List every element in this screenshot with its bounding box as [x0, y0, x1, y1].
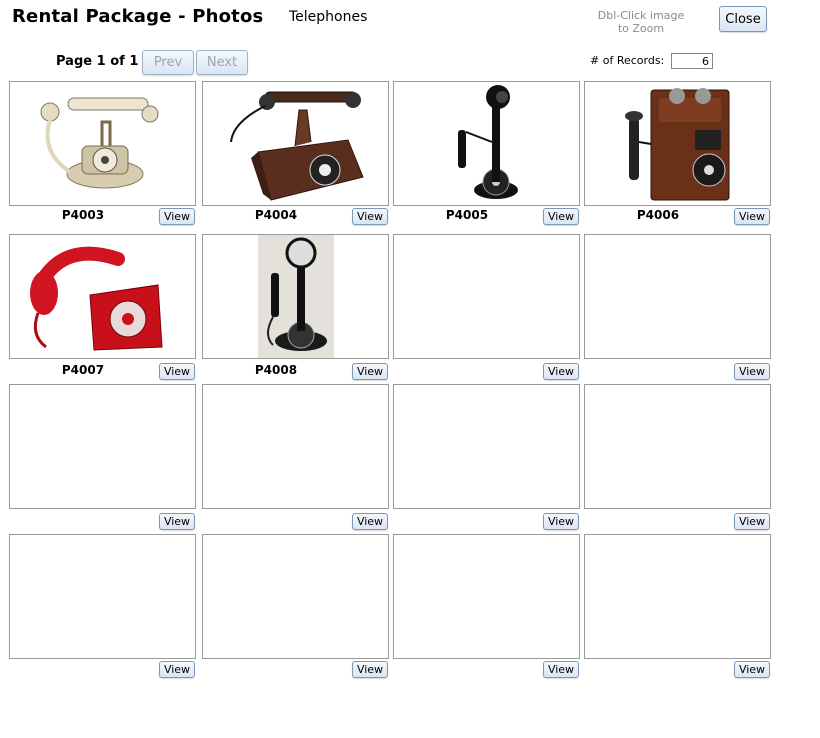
photo-code: P4003: [61, 208, 105, 222]
close-button[interactable]: Close: [719, 6, 767, 32]
prev-button[interactable]: Prev: [142, 50, 194, 75]
page-number: 1: [96, 54, 106, 69]
zoom-hint: Dbl-Click image to Zoom: [590, 9, 692, 35]
of-word: of: [110, 54, 125, 69]
category-label: Telephones: [289, 9, 368, 25]
photo-frame[interactable]: [584, 234, 771, 359]
photo-frame[interactable]: [393, 384, 580, 509]
photo-frame[interactable]: [584, 81, 771, 206]
photo-frame[interactable]: [9, 81, 196, 206]
view-button[interactable]: View: [159, 661, 195, 678]
view-button[interactable]: View: [543, 363, 579, 380]
zoom-hint-line-1: Dbl-Click image: [597, 9, 685, 22]
photo-code: P4004: [254, 208, 298, 222]
view-button[interactable]: View: [352, 661, 388, 678]
photo-frame[interactable]: [9, 534, 196, 659]
view-button[interactable]: View: [734, 363, 770, 380]
photo-frame[interactable]: [202, 234, 389, 359]
photo-frame[interactable]: [393, 534, 580, 659]
view-button[interactable]: View: [543, 661, 579, 678]
view-button[interactable]: View: [352, 363, 388, 380]
photo-frame[interactable]: [584, 384, 771, 509]
photo-code: P4005: [445, 208, 489, 222]
records-count-field[interactable]: [671, 53, 713, 69]
photo-frame[interactable]: [584, 534, 771, 659]
view-button[interactable]: View: [352, 513, 388, 530]
view-button[interactable]: View: [734, 208, 770, 225]
records-label: # of Records:: [590, 54, 665, 67]
page-title: Rental Package - Photos: [12, 6, 264, 27]
candlestick-phone-photo: [458, 85, 518, 199]
photo-frame[interactable]: [202, 81, 389, 206]
view-button[interactable]: View: [543, 513, 579, 530]
red-phone-photo: [30, 246, 163, 351]
page-indicator: Page 1 of 1: [56, 54, 138, 69]
wood-phone-photo: [230, 91, 364, 201]
view-button[interactable]: View: [352, 208, 388, 225]
photo-code: P4008: [254, 363, 298, 377]
photo-frame[interactable]: [393, 81, 580, 206]
view-button[interactable]: View: [734, 513, 770, 530]
view-button[interactable]: View: [734, 661, 770, 678]
page-word: Page: [56, 54, 93, 69]
view-button[interactable]: View: [159, 363, 195, 380]
wall-phone-photo: [625, 88, 730, 201]
photo-frame[interactable]: [393, 234, 580, 359]
view-button[interactable]: View: [543, 208, 579, 225]
photo-frame[interactable]: [9, 234, 196, 359]
photo-frame[interactable]: [202, 534, 389, 659]
next-button[interactable]: Next: [196, 50, 248, 75]
photo-frame[interactable]: [202, 384, 389, 509]
photo-frame[interactable]: [9, 384, 196, 509]
page-total: 1: [129, 54, 139, 69]
photo-code: P4006: [636, 208, 680, 222]
photo-code: P4007: [61, 363, 105, 377]
view-button[interactable]: View: [159, 513, 195, 530]
view-button[interactable]: View: [159, 208, 195, 225]
french-phone-photo: [40, 97, 159, 189]
candlestick-phone-2-photo: [258, 235, 334, 358]
zoom-hint-line-2: to Zoom: [617, 22, 665, 35]
